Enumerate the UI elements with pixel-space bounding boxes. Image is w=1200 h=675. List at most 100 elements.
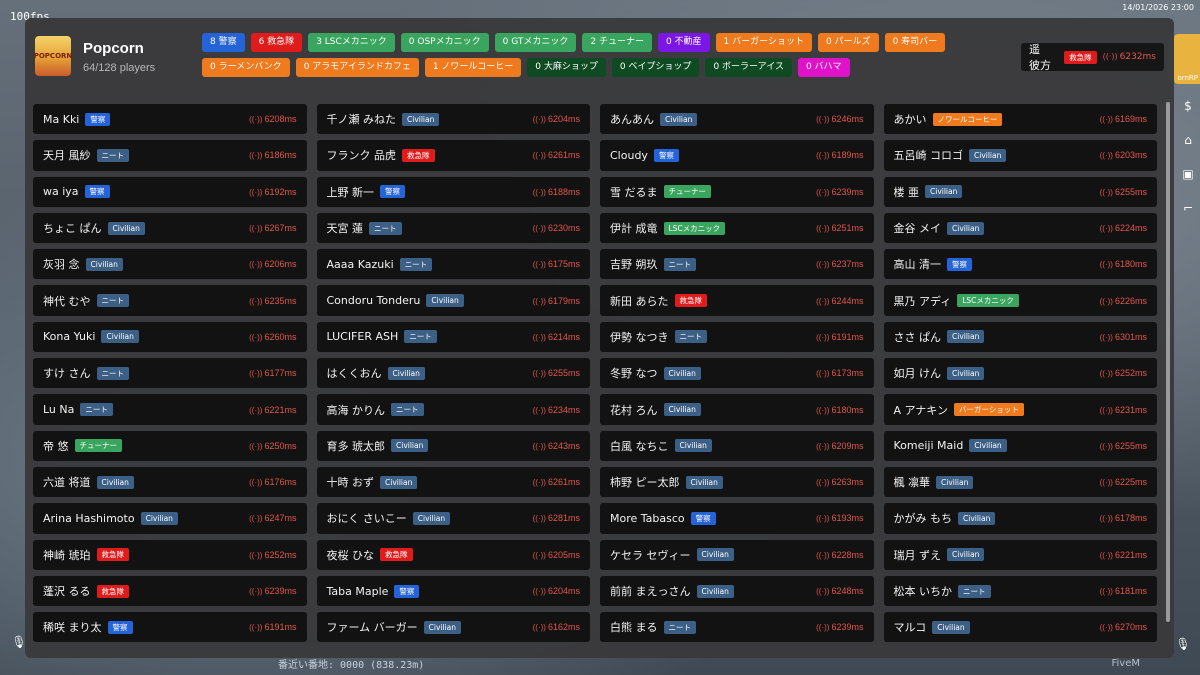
player-ping-value: 6192ms: [264, 186, 297, 197]
scoreboard-panel: POPCORN Popcorn 64/128 players 8 警察 6 救急隊…: [25, 18, 1174, 658]
job-badge: 救急隊: [96, 548, 129, 562]
player-ping: ((·)) 6188ms: [533, 187, 580, 197]
player-ping-value: 6239ms: [831, 186, 864, 197]
signal-icon: ((·)): [532, 369, 546, 379]
player-name: フランク 品虎: [326, 149, 397, 163]
player-card: Lu Na ニート ((·)) 6221ms: [33, 394, 307, 425]
player-ping-value: 6281ms: [547, 513, 580, 524]
player-ping: ((·)) 6252ms: [1100, 368, 1147, 378]
player-ping: ((·)) 6162ms: [533, 622, 580, 632]
player-name: すけ さん: [43, 367, 91, 381]
player-name: ファーム バーガー: [326, 621, 418, 635]
player-ping-value: 6191ms: [831, 331, 864, 342]
player-ping: ((·)) 6204ms: [533, 586, 580, 596]
player-name: 松本 いちか: [893, 585, 953, 598]
scrollbar[interactable]: [1166, 102, 1170, 622]
player-ping: ((·)) 6261ms: [533, 477, 580, 487]
signal-icon: ((·)): [816, 260, 830, 270]
player-name: 花村 ろん: [610, 403, 658, 417]
player-ping-value: 6267ms: [264, 223, 297, 234]
player-ping-value: 6263ms: [831, 477, 864, 488]
signal-icon: ((·)): [249, 332, 263, 342]
signal-icon: ((·)): [816, 369, 830, 379]
self-ping: ((·)) 6232ms: [1103, 52, 1156, 62]
player-name: 楼 亜: [893, 185, 920, 199]
player-ping: ((·)) 6206ms: [249, 259, 296, 269]
player-card: 神代 むや ニート ((·)) 6235ms: [33, 285, 307, 316]
player-name: ケセラ セヴィー: [610, 548, 691, 562]
player-ping: ((·)) 6204ms: [533, 114, 580, 124]
player-card: Ma Kki 警察 ((·)) 6208ms: [33, 104, 307, 135]
player-card: あんあん Civilian ((·)) 6246ms: [600, 104, 874, 135]
player-ping: ((·)) 6234ms: [533, 405, 580, 415]
player-name: 如月 けん: [893, 367, 942, 381]
job-count-chip: 0 寿司バー: [884, 33, 946, 52]
player-ping: ((·)) 6231ms: [1100, 405, 1147, 415]
signal-icon: ((·)): [1099, 441, 1113, 451]
player-ping: ((·)) 6224ms: [1100, 223, 1147, 233]
job-count-chip: 2 チューナー: [582, 33, 652, 52]
job-badge: ニート: [96, 148, 129, 162]
job-count-chip: 1 ノワールコーヒー: [424, 58, 522, 77]
player-name: Arina Hashimoto: [43, 511, 135, 525]
hud-side-icons: $ ⌂ ▣ ⌐: [1176, 96, 1200, 232]
signal-icon: ((·)): [249, 224, 263, 234]
signal-icon: ((·)): [1099, 587, 1113, 596]
player-name: おにく さいこー: [326, 512, 407, 526]
player-name: 黒乃 アディ: [893, 294, 952, 308]
self-ping-value: 6232ms: [1119, 52, 1156, 62]
player-ping-value: 6255ms: [1114, 186, 1147, 197]
job-badge: 警察: [84, 185, 110, 199]
player-ping: ((·)) 6189ms: [816, 150, 863, 160]
player-ping-value: 6261ms: [547, 150, 580, 161]
server-name-label: ornRP: [1177, 74, 1198, 82]
signal-icon: ((·)): [532, 405, 546, 415]
scoreboard-header: POPCORN Popcorn 64/128 players 8 警察 6 救急隊…: [25, 18, 1174, 96]
player-name: 金谷 メイ: [893, 222, 942, 236]
player-card: 天月 風紗 ニート ((·)) 6186ms: [33, 140, 307, 171]
job-badge: Civilian: [696, 548, 734, 562]
player-name: 神崎 琥珀: [43, 548, 91, 562]
job-badge: ニート: [391, 403, 424, 417]
job-badge: 救急隊: [96, 584, 129, 598]
player-ping: ((·)) 6191ms: [249, 622, 296, 632]
player-card: 天宮 蓮ニート ((·)) 6230ms: [316, 212, 590, 244]
job-badge: Civilian: [391, 439, 429, 453]
signal-icon: ((·)): [532, 587, 546, 596]
player-ping: ((·)) 6192ms: [249, 187, 296, 197]
player-name: 高海 かりん: [326, 403, 386, 417]
player-card: Condoru Tonderu Civilian ((·)) 6179ms: [316, 285, 590, 316]
player-card: フランク 品虎 救急隊 ((·)) 6261ms: [316, 140, 590, 171]
player-ping-value: 6221ms: [1114, 549, 1147, 560]
signal-icon: ((·)): [1099, 478, 1113, 488]
signal-icon: ((·)): [816, 478, 830, 488]
job-badge: Civilian: [685, 475, 723, 489]
signal-icon: ((·)): [1099, 224, 1113, 234]
player-name: 天月 風紗: [43, 149, 91, 163]
player-card: すけ さん ニート ((·)) 6177ms: [33, 358, 307, 389]
job-badge: ニート: [96, 294, 129, 308]
player-name: あんあん: [610, 113, 654, 127]
player-name: More Tabasco: [610, 511, 685, 525]
player-name: Taba Maple: [326, 584, 389, 598]
job-count-chip: 1 バーガーショット: [715, 33, 812, 52]
player-ping-value: 6252ms: [264, 549, 297, 560]
job-badge: Civilian: [969, 148, 1007, 162]
player-name: 蓬沢 るる: [43, 585, 91, 598]
server-title: Popcorn: [83, 40, 144, 57]
player-ping: ((·)) 6246ms: [816, 114, 863, 124]
signal-icon: ((·)): [816, 587, 830, 596]
player-ping: ((·)) 6239ms: [816, 622, 863, 632]
player-card: 夜桜 ひな 救急隊 ((·)) 6205ms: [316, 539, 590, 570]
player-ping: ((·)) 6250ms: [249, 441, 296, 451]
player-ping: ((·)) 6226ms: [1100, 296, 1147, 306]
signal-icon: ((·)): [532, 550, 546, 560]
signal-icon: ((·)): [249, 478, 263, 488]
player-ping-value: 6173ms: [831, 368, 864, 379]
job-badge: LSCメカニック: [957, 294, 1019, 308]
player-name: 上野 新一: [326, 185, 375, 199]
player-card: 白風 なちこ Civilian ((·)) 6209ms: [600, 430, 874, 461]
job-badge: Civilian: [947, 366, 985, 380]
player-name: Condoru Tonderu: [326, 294, 421, 308]
bank-icon: ⌂: [1184, 133, 1192, 147]
